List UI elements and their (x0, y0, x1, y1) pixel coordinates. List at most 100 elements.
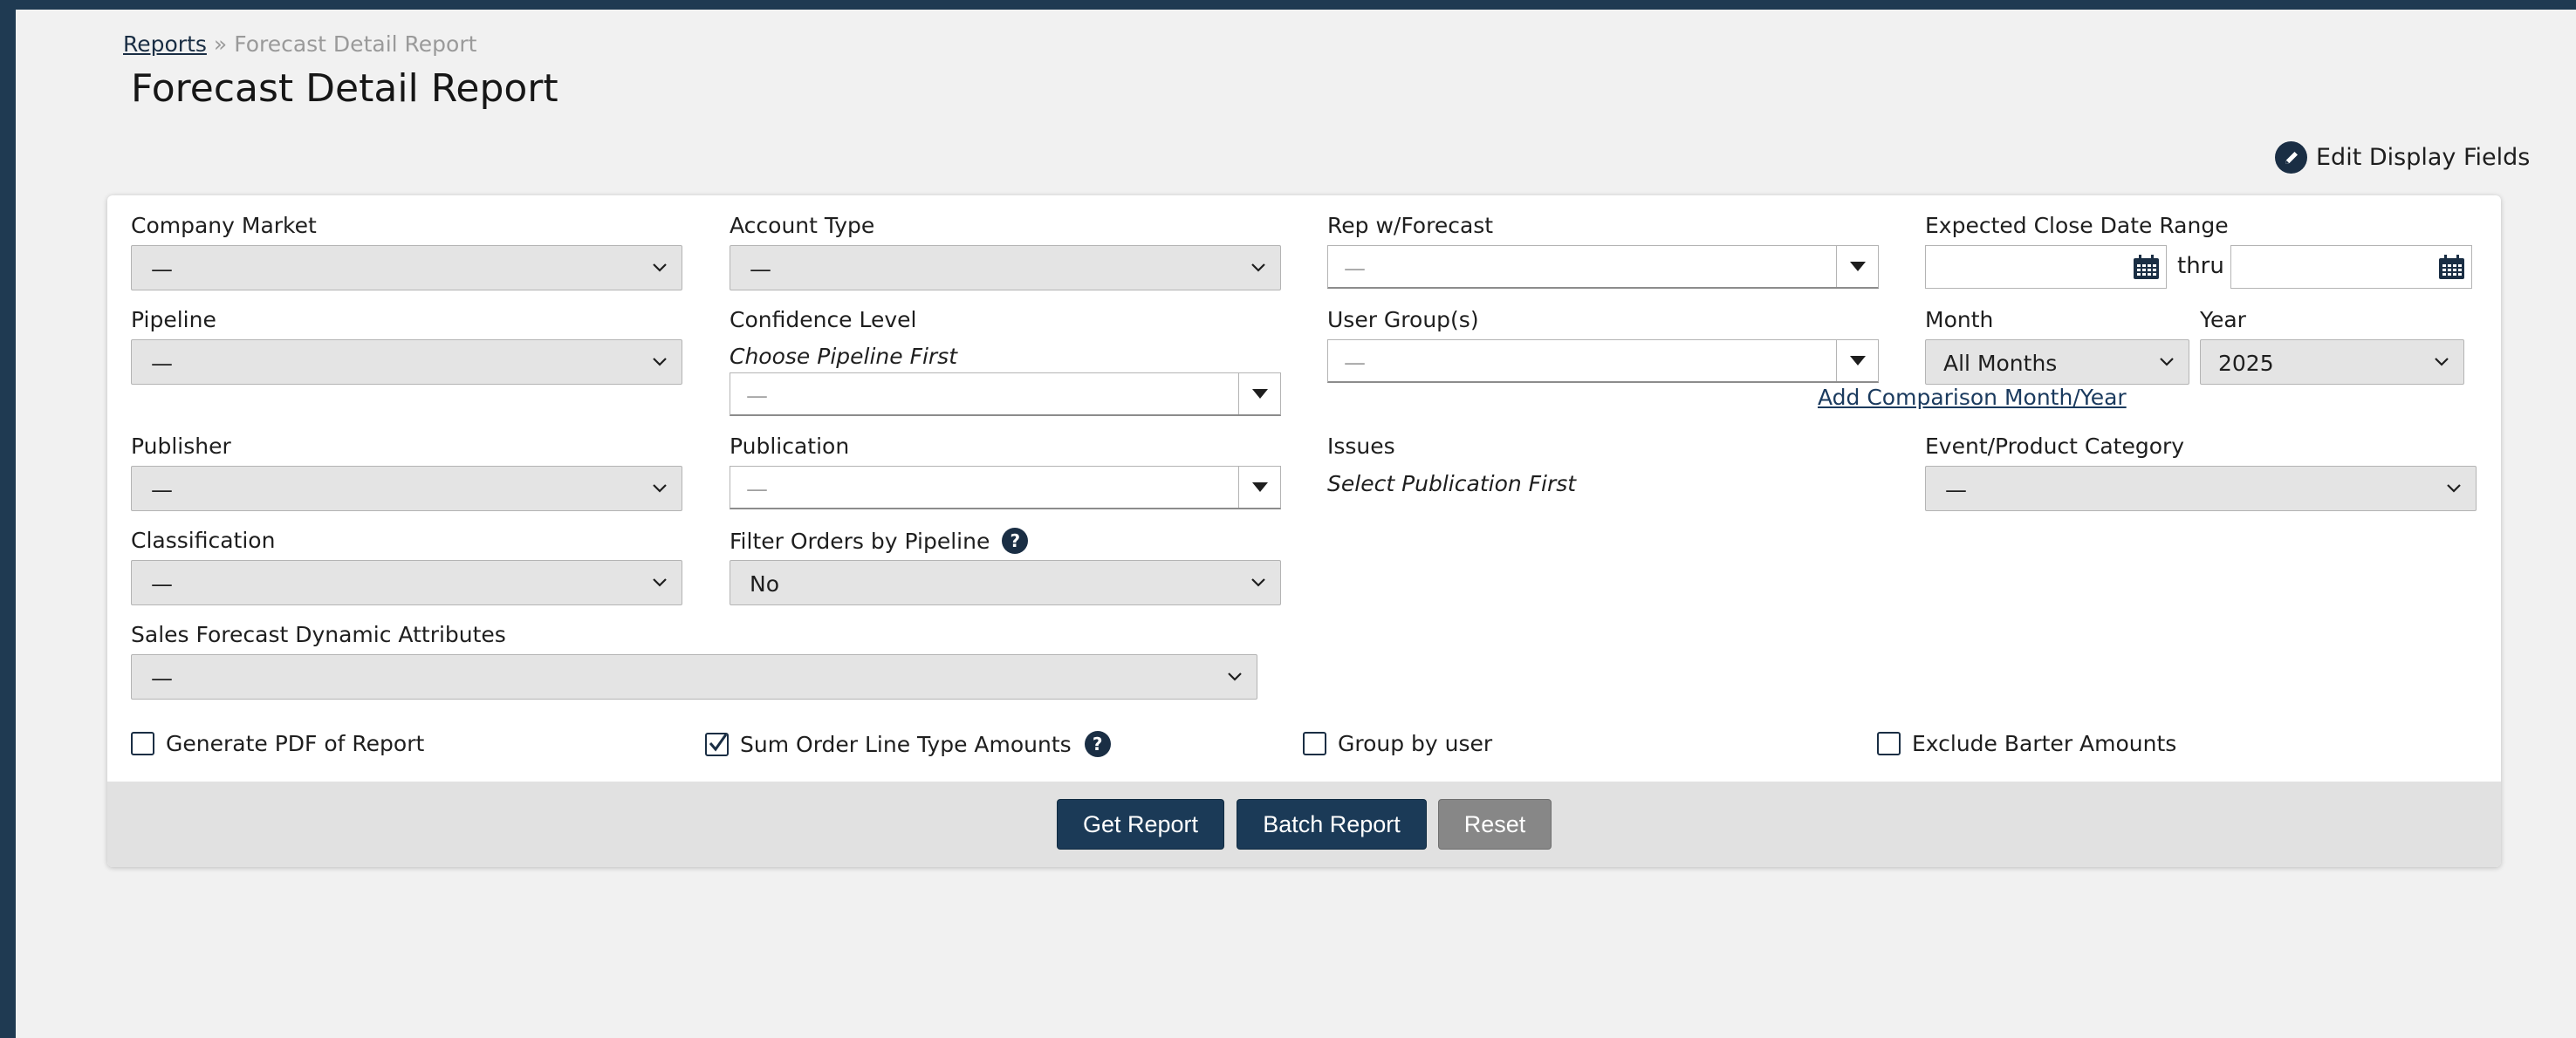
filter-by-pipeline-select[interactable]: No (730, 560, 1281, 605)
edit-display-fields-label: Edit Display Fields (2316, 144, 2531, 171)
page-title: Forecast Detail Report (131, 66, 558, 111)
month-select[interactable]: All Months (1925, 339, 2189, 385)
caret-down-icon (1849, 262, 1866, 271)
breadcrumb-current: Forecast Detail Report (234, 31, 477, 57)
publisher-label: Publisher (131, 434, 231, 459)
caret-down-icon (1251, 482, 1268, 492)
top-nav-bar (0, 0, 2576, 10)
account-type-value: — (750, 256, 771, 282)
exclude-barter-label: Exclude Barter Amounts (1912, 731, 2177, 756)
company-market-value: — (151, 256, 173, 282)
company-market-select[interactable]: — (131, 245, 682, 290)
get-report-button[interactable]: Get Report (1057, 799, 1224, 850)
chevron-down-icon (653, 578, 667, 587)
caret-down-icon (1251, 389, 1268, 399)
filter-by-pipeline-label: Filter Orders by Pipeline (730, 528, 990, 554)
sum-line-type-label: Sum Order Line Type Amounts (740, 731, 1072, 757)
close-date-from-input[interactable] (1925, 245, 2167, 289)
pencil-icon (2275, 141, 2307, 174)
left-nav-bar (0, 0, 16, 1038)
generate-pdf-label: Generate PDF of Report (166, 731, 425, 756)
month-label: Month (1925, 307, 1994, 332)
generate-pdf-option[interactable]: Generate PDF of Report (131, 731, 424, 756)
rep-forecast-label: Rep w/Forecast (1327, 213, 1494, 238)
confidence-level-note: Choose Pipeline First (730, 344, 958, 369)
dropdown-toggle[interactable] (1836, 340, 1878, 381)
breadcrumb: Reports» Forecast Detail Report (123, 31, 476, 57)
rep-forecast-combobox[interactable]: — (1327, 245, 1879, 289)
add-comparison-link[interactable]: Add Comparison Month/Year (1818, 385, 2127, 410)
report-filter-panel: Company Market — Account Type — Rep w/Fo… (107, 195, 2501, 867)
chevron-down-icon (653, 263, 667, 272)
account-type-label: Account Type (730, 213, 875, 238)
chevron-down-icon (653, 484, 667, 493)
confidence-level-value: — (746, 383, 768, 408)
filter-by-pipeline-value: No (750, 571, 779, 597)
user-groups-value: — (1344, 350, 1366, 375)
company-market-label: Company Market (131, 213, 317, 238)
dynamic-attributes-select[interactable]: — (131, 654, 1257, 700)
classification-value: — (151, 571, 173, 597)
close-date-range-label: Expected Close Date Range (1925, 213, 2229, 238)
sum-line-type-checkbox[interactable] (705, 732, 729, 756)
dynamic-attributes-value: — (151, 666, 173, 691)
event-category-label: Event/Product Category (1925, 434, 2185, 459)
chevron-down-icon (1228, 673, 1242, 681)
breadcrumb-reports-link[interactable]: Reports (123, 31, 207, 57)
group-by-user-checkbox[interactable] (1303, 732, 1326, 755)
event-category-select[interactable]: — (1925, 466, 2477, 511)
generate-pdf-checkbox[interactable] (131, 732, 154, 755)
year-select[interactable]: 2025 (2200, 339, 2464, 385)
chevron-down-icon (2435, 358, 2449, 366)
user-groups-combobox[interactable]: — (1327, 339, 1879, 383)
pipeline-value: — (151, 351, 173, 376)
issues-note: Select Publication First (1327, 471, 1577, 496)
help-icon[interactable]: ? (1002, 528, 1029, 554)
exclude-barter-checkbox[interactable] (1877, 732, 1901, 755)
breadcrumb-separator: » (213, 31, 228, 57)
publication-label: Publication (730, 434, 850, 459)
dropdown-toggle[interactable] (1238, 467, 1280, 508)
group-by-user-label: Group by user (1338, 731, 1493, 756)
rep-forecast-value: — (1344, 256, 1366, 281)
checkmark-icon (709, 733, 728, 751)
year-value: 2025 (2218, 351, 2274, 376)
thru-label: thru (2177, 253, 2224, 279)
calendar-icon[interactable] (2438, 255, 2465, 280)
chevron-down-icon (653, 358, 667, 366)
publication-combobox[interactable]: — (730, 466, 1281, 509)
caret-down-icon (1849, 356, 1866, 365)
filter-by-pipeline-label-row: Filter Orders by Pipeline ? (730, 528, 1029, 554)
chevron-down-icon (1251, 578, 1265, 587)
dropdown-toggle[interactable] (1238, 373, 1280, 414)
confidence-level-combobox[interactable]: — (730, 372, 1281, 416)
dropdown-toggle[interactable] (1836, 246, 1878, 287)
batch-report-button[interactable]: Batch Report (1237, 799, 1427, 850)
action-bar: Get Report Batch Report Reset (107, 782, 2501, 867)
sum-line-type-option[interactable]: Sum Order Line Type Amounts ? (705, 731, 1111, 757)
user-groups-label: User Group(s) (1327, 307, 1479, 332)
help-icon[interactable]: ? (1084, 731, 1111, 757)
month-value: All Months (1943, 351, 2058, 376)
classification-label: Classification (131, 528, 276, 553)
reset-button[interactable]: Reset (1438, 799, 1552, 850)
issues-label: Issues (1327, 434, 1395, 459)
account-type-select[interactable]: — (730, 245, 1281, 290)
publication-value: — (746, 476, 768, 502)
event-category-value: — (1945, 477, 1967, 502)
chevron-down-icon (2160, 358, 2174, 366)
publisher-select[interactable]: — (131, 466, 682, 511)
year-label: Year (2200, 307, 2246, 332)
pipeline-label: Pipeline (131, 307, 216, 332)
publisher-value: — (151, 477, 173, 502)
confidence-level-label: Confidence Level (730, 307, 917, 332)
chevron-down-icon (1251, 263, 1265, 272)
edit-display-fields-button[interactable]: Edit Display Fields (2275, 141, 2530, 174)
group-by-user-option[interactable]: Group by user (1303, 731, 1492, 756)
calendar-icon[interactable] (2133, 255, 2160, 280)
classification-select[interactable]: — (131, 560, 682, 605)
chevron-down-icon (2447, 484, 2461, 493)
exclude-barter-option[interactable]: Exclude Barter Amounts (1877, 731, 2176, 756)
pipeline-select[interactable]: — (131, 339, 682, 385)
close-date-to-input[interactable] (2230, 245, 2472, 289)
